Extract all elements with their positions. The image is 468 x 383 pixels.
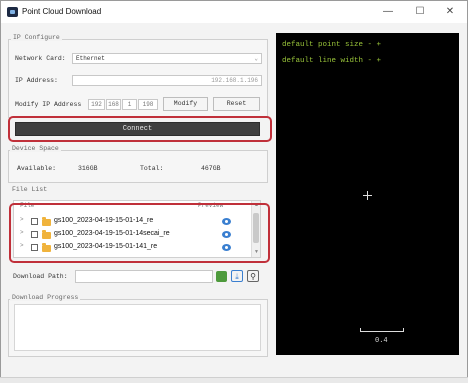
maximize-button[interactable]: ☐ (407, 3, 433, 21)
title-bar: Point Cloud Download — ☐ ✕ (1, 1, 467, 23)
ip-address-label: IP Address: (15, 77, 58, 84)
scale-bar-tick-right (403, 328, 404, 332)
available-label: Available: (17, 165, 57, 172)
search-icon[interactable]: ⚲ (247, 270, 259, 282)
download-progress-area (14, 304, 261, 351)
modify-ip-label: Modify IP Address (15, 101, 82, 108)
chevron-down-icon: ⌄ (254, 55, 258, 62)
ip-octet-1-field[interactable]: 192 (88, 99, 105, 110)
total-value: 467GB (201, 165, 221, 172)
connect-button[interactable]: Connect (15, 122, 260, 136)
ip-octet-3-field[interactable]: 1 (122, 99, 137, 110)
app-icon (7, 7, 18, 17)
file-list-highlight (9, 203, 270, 263)
line-width-control[interactable]: default line width - + (282, 57, 381, 65)
close-button[interactable]: ✕ (437, 3, 463, 21)
available-value: 316GB (78, 165, 98, 172)
download-progress-title: Download Progress (10, 294, 81, 301)
ip-configure-title: IP Configure (11, 34, 62, 41)
network-card-select[interactable]: Ethernet ⌄ (72, 53, 262, 64)
file-list-title: File List (10, 186, 50, 193)
network-card-value: Ethernet (76, 55, 105, 62)
crosshair-vertical (367, 191, 368, 200)
point-size-control[interactable]: default point size - + (282, 41, 381, 49)
modify-button[interactable]: Modify (163, 97, 208, 111)
download-path-field[interactable] (75, 270, 213, 283)
reset-button[interactable]: Reset (213, 97, 260, 111)
scale-bar (360, 331, 404, 332)
scale-bar-tick-left (360, 328, 361, 332)
ip-octet-2-field[interactable]: 168 (106, 99, 121, 110)
total-label: Total: (140, 165, 164, 172)
ip-address-field[interactable]: 192.168.1.196 (72, 75, 262, 86)
window-title: Point Cloud Download (22, 7, 102, 16)
network-card-label: Network Card: (15, 55, 66, 62)
download-icon[interactable]: ⤓ (231, 270, 243, 282)
download-path-label: Download Path: (13, 273, 68, 280)
window-bottom-edge (0, 377, 468, 383)
scale-label: 0.4 (375, 337, 388, 345)
point-cloud-viewer[interactable]: default point size - + default line widt… (276, 33, 459, 355)
open-folder-icon[interactable] (216, 271, 227, 282)
device-space-title: Device Space (10, 145, 61, 152)
minimize-button[interactable]: — (375, 3, 401, 21)
ip-octet-4-field[interactable]: 198 (138, 99, 158, 110)
